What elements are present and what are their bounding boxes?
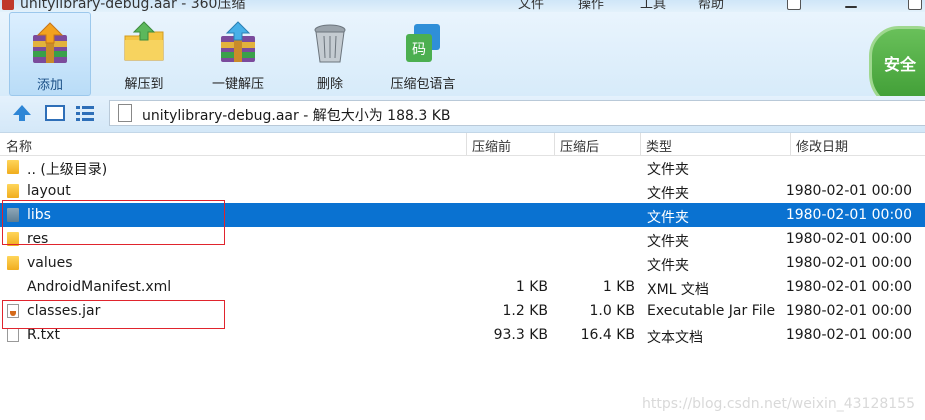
column-after[interactable]: 压缩后 — [560, 136, 599, 155]
list-view-icon[interactable] — [74, 103, 96, 123]
file-modified: 1980-02-01 00:00 — [785, 255, 912, 271]
file-name: AndroidManifest.xml — [27, 279, 172, 295]
add-label: 添加 — [36, 78, 63, 93]
table-row[interactable]: values 文件夹 1980-02-01 00:00 — [0, 251, 925, 275]
skin-button[interactable] — [787, 0, 801, 10]
file-name: layout — [27, 183, 71, 199]
delete-button[interactable]: 删除 — [290, 12, 370, 96]
extract-folder-icon — [124, 21, 164, 61]
file-modified: 1980-02-01 00:00 — [785, 183, 912, 199]
toolbar: 添加 解压到 一键解压 删除 码 压缩包语言 安全 — [0, 12, 925, 110]
file-modified: 1980-02-01 00:00 — [785, 303, 912, 319]
maximize-button[interactable] — [908, 0, 922, 10]
archive-language-label: 压缩包语言 — [390, 77, 456, 92]
file-list-header: 名称 压缩前 压缩后 类型 修改日期 — [0, 133, 925, 156]
add-archive-icon — [33, 22, 67, 63]
file-type: 文本文档 — [647, 330, 703, 346]
folder-icon — [7, 160, 19, 174]
file-type: XML 文档 — [647, 282, 709, 298]
table-row[interactable]: AndroidManifest.xml 1 KB 1 KB XML 文档 198… — [0, 275, 925, 299]
column-modified[interactable]: 修改日期 — [796, 136, 848, 155]
delete-label: 删除 — [316, 77, 343, 92]
title-bar: unitylibrary-debug.aar - 360压缩 文件 操作 工具 … — [0, 0, 925, 12]
annotation-box-classes-jar — [2, 300, 225, 329]
column-name[interactable]: 名称 — [6, 136, 32, 155]
file-size-before: 93.3 KB — [493, 327, 548, 343]
file-modified: 1980-02-01 00:00 — [785, 231, 912, 247]
one-click-extract-icon — [221, 21, 255, 62]
file-type: 文件夹 — [647, 162, 689, 178]
extract-to-label: 解压到 — [124, 77, 164, 92]
window-title: unitylibrary-debug.aar - 360压缩 — [20, 0, 246, 12]
extract-to-button[interactable]: 解压到 — [103, 12, 185, 96]
column-before[interactable]: 压缩前 — [472, 136, 511, 155]
archive-path-text: unitylibrary-debug.aar - 解包大小为 188.3 KB — [142, 108, 451, 124]
file-type: Executable Jar File — [647, 303, 776, 319]
thumbnail-view-icon[interactable] — [44, 103, 66, 123]
column-divider[interactable] — [640, 133, 641, 155]
security-label: 安全 — [884, 55, 917, 74]
add-button[interactable]: 添加 — [9, 12, 91, 96]
file-size-after: 16.4 KB — [580, 327, 635, 343]
file-type: 文件夹 — [647, 186, 689, 202]
text-file-icon — [7, 328, 19, 342]
menu-file[interactable]: 文件 — [518, 0, 544, 12]
up-arrow-icon[interactable] — [11, 103, 33, 123]
column-divider[interactable] — [466, 133, 467, 155]
language-code-icon: 码 — [406, 24, 440, 62]
file-type: 文件夹 — [647, 234, 689, 250]
menu-operate[interactable]: 操作 — [578, 0, 604, 12]
address-bar: unitylibrary-debug.aar - 解包大小为 188.3 KB — [0, 96, 925, 133]
file-size-before: 1 KB — [515, 279, 548, 295]
menu-help[interactable]: 帮助 — [698, 0, 724, 12]
folder-icon — [7, 184, 19, 198]
file-type: 文件夹 — [647, 210, 689, 226]
file-modified: 1980-02-01 00:00 — [785, 327, 912, 343]
file-modified: 1980-02-01 00:00 — [785, 279, 912, 295]
file-modified: 1980-02-01 00:00 — [785, 207, 912, 223]
file-size-after: 1.0 KB — [589, 303, 636, 319]
archive-language-button[interactable]: 码 压缩包语言 — [380, 12, 466, 96]
one-click-extract-label: 一键解压 — [211, 77, 264, 92]
language-icon-text: 码 — [412, 42, 426, 58]
trash-can-icon — [314, 24, 346, 63]
column-type[interactable]: 类型 — [646, 136, 672, 155]
one-click-extract-button[interactable]: 一键解压 — [197, 12, 279, 96]
path-field[interactable]: unitylibrary-debug.aar - 解包大小为 188.3 KB — [109, 100, 925, 126]
folder-icon — [7, 256, 19, 270]
app-icon — [2, 0, 14, 10]
file-name: R.txt — [27, 327, 60, 343]
document-icon — [118, 104, 132, 122]
file-name: .. (上级目录) — [27, 162, 108, 178]
table-row[interactable]: .. (上级目录) 文件夹 — [0, 155, 925, 179]
watermark: https://blog.csdn.net/weixin_43128155 — [641, 396, 915, 412]
column-divider[interactable] — [554, 133, 555, 155]
file-name: values — [27, 255, 73, 271]
annotation-box-libs-res — [2, 200, 225, 245]
column-divider[interactable] — [790, 133, 791, 155]
file-size-before: 1.2 KB — [502, 303, 549, 319]
file-size-after: 1 KB — [602, 279, 635, 295]
minimize-button[interactable] — [845, 6, 857, 8]
menu-tools[interactable]: 工具 — [640, 0, 666, 12]
file-type: 文件夹 — [647, 258, 689, 274]
